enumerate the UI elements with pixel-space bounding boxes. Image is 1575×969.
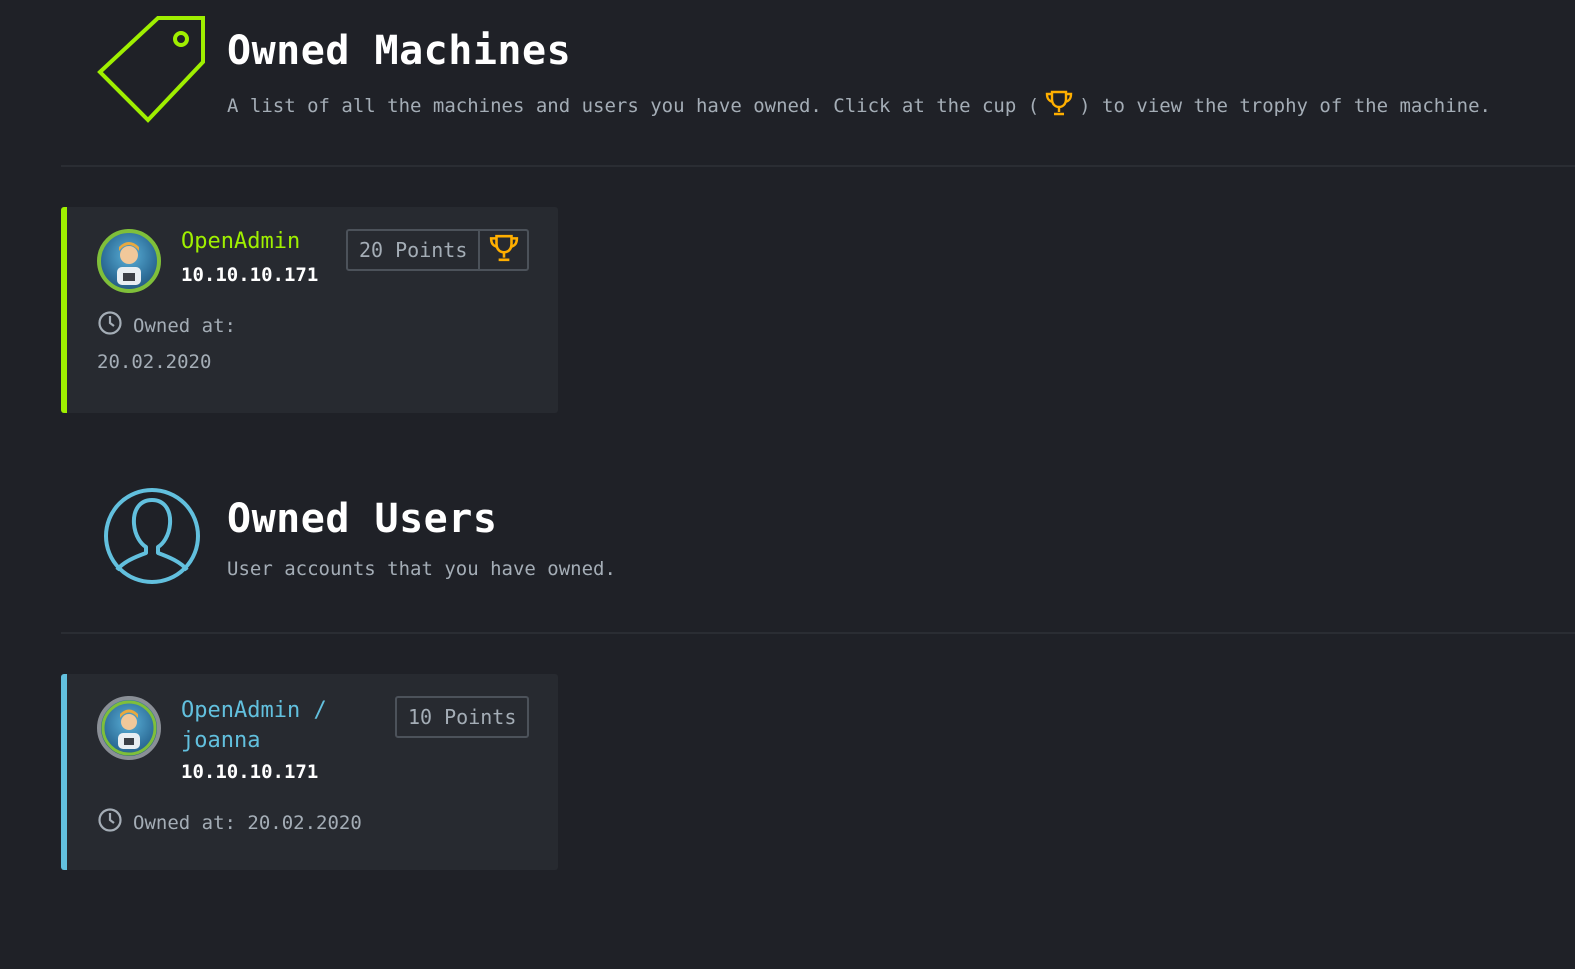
- owned-at-label: Owned at: 20.02.2020: [133, 811, 362, 834]
- clock-icon: [97, 807, 133, 838]
- subtitle-text-after: ) to view the trophy of the machine.: [1079, 95, 1491, 117]
- card-accent-bar: [61, 674, 67, 870]
- card-accent-bar: [61, 207, 67, 413]
- points-badge: 20 Points: [359, 238, 468, 262]
- subtitle-text-before: A list of all the machines and users you…: [227, 95, 1040, 117]
- owned-at-label: Owned at:: [133, 314, 236, 337]
- user-card: OpenAdmin / joanna 10.10.10.171 10 Point…: [61, 674, 558, 870]
- user-icon: [101, 486, 203, 590]
- section-divider: [61, 632, 1575, 634]
- owned-at-row: Owned at: 20.02.2020: [97, 807, 362, 838]
- user-points-group: 10 Points: [395, 696, 530, 738]
- user-ip: 10.10.10.171: [181, 761, 319, 783]
- points-badge: 10 Points: [408, 705, 517, 729]
- owned-machines-header: Owned Machines A list of all the machine…: [0, 0, 1575, 165]
- trophy-icon: [1045, 90, 1073, 121]
- trophy-icon: [489, 234, 519, 266]
- machine-ip: 10.10.10.171: [181, 264, 319, 286]
- trophy-button[interactable]: [478, 231, 527, 269]
- tag-icon: [96, 14, 208, 128]
- clock-icon: [97, 310, 133, 341]
- owned-at-row: Owned at:: [97, 310, 236, 341]
- user-name-link[interactable]: OpenAdmin / joanna: [181, 696, 327, 756]
- owned-machines-title: Owned Machines: [227, 28, 572, 74]
- machine-name-link[interactable]: OpenAdmin: [181, 229, 300, 254]
- owned-machines-subtitle: A list of all the machines and users you…: [227, 90, 1491, 121]
- owned-page: Owned Machines A list of all the machine…: [0, 0, 1575, 969]
- user-name-line2: joanna: [181, 728, 261, 753]
- owned-users-title: Owned Users: [227, 496, 498, 542]
- machine-avatar[interactable]: [97, 229, 161, 293]
- owned-at-date: 20.02.2020: [97, 351, 212, 373]
- user-name-line1: OpenAdmin /: [181, 698, 327, 723]
- machine-points-group: 20 Points: [346, 229, 530, 271]
- owned-users-subtitle: User accounts that you have owned.: [227, 558, 616, 580]
- user-avatar[interactable]: [97, 696, 161, 760]
- machine-card: OpenAdmin 10.10.10.171 20 Points Owned a…: [61, 207, 558, 413]
- owned-users-header: Owned Users User accounts that you have …: [0, 470, 1575, 632]
- section-divider: [61, 165, 1575, 167]
